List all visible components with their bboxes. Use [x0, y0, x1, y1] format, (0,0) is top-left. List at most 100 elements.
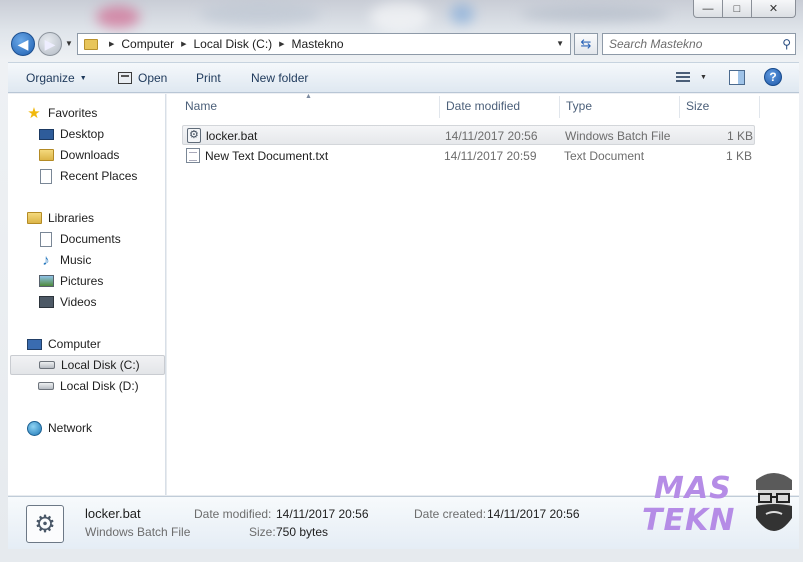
table-row[interactable]: New Text Document.txt 14/11/2017 20:59 T…	[182, 146, 755, 166]
file-name: New Text Document.txt	[205, 149, 329, 163]
sidebar-item-network[interactable]: Network	[8, 418, 165, 438]
desktop-background	[0, 0, 803, 34]
breadcrumb-separator-icon[interactable]: ▶	[181, 40, 186, 48]
sidebar-item-label: Pictures	[60, 274, 104, 288]
forward-button[interactable]: ▶	[38, 32, 62, 56]
recent-pages-dropdown[interactable]: ▼	[65, 39, 73, 48]
file-list: Name ▲ Date modified Type Size locker.ba…	[167, 93, 799, 495]
sidebar-item-videos[interactable]: Videos	[8, 292, 165, 312]
new-folder-button[interactable]: New folder	[251, 71, 308, 85]
address-history-dropdown[interactable]: ▼	[556, 39, 564, 48]
file-date-modified: 14/11/2017 20:59	[444, 149, 537, 163]
help-icon[interactable]: ?	[764, 68, 782, 86]
column-header-type[interactable]: Type	[566, 94, 592, 118]
sidebar-item-pictures[interactable]: Pictures	[8, 271, 165, 291]
back-button[interactable]: ◀	[11, 32, 35, 56]
file-size: 1 KB	[726, 149, 753, 163]
file-name: locker.bat	[206, 129, 258, 143]
sidebar-item-recent-places[interactable]: Recent Places	[8, 166, 165, 186]
open-label: Open	[138, 71, 168, 85]
film-strip-icon	[38, 294, 54, 310]
address-bar[interactable]: ▶ Computer ▶ Local Disk (C:) ▶ Mastekno …	[77, 33, 571, 55]
breadcrumb-separator-icon[interactable]: ▶	[279, 40, 284, 48]
minimize-button[interactable]: —	[693, 0, 723, 18]
column-header-name[interactable]: Name	[185, 94, 217, 118]
window-caption-buttons: — □ ✕	[693, 0, 796, 18]
change-view-icon[interactable]	[676, 72, 690, 84]
view-options-dropdown[interactable]: ▼	[700, 74, 707, 81]
desktop-icon	[38, 126, 54, 142]
breadcrumb-separator-icon[interactable]: ▶	[109, 40, 114, 48]
sidebar-item-label: Music	[60, 253, 92, 267]
details-size-label: Size:	[249, 525, 276, 539]
system-drive-icon	[39, 357, 55, 373]
column-divider[interactable]	[559, 96, 560, 118]
details-size: 750 bytes	[276, 525, 329, 539]
sidebar-item-computer[interactable]: Computer	[8, 334, 165, 354]
bearded-face-icon	[756, 473, 792, 531]
file-type: Text Document	[564, 149, 645, 163]
column-header-label: Name	[185, 99, 218, 113]
breadcrumb-local-disk-c[interactable]: Local Disk (C:)	[193, 37, 272, 51]
column-header-label: Size	[686, 99, 710, 113]
print-button[interactable]: Print	[196, 71, 221, 85]
navigation-bar: ◀ ▶ ▼ ▶ Computer ▶ Local Disk (C:) ▶ Mas…	[8, 30, 798, 58]
sidebar-item-local-disk-c[interactable]: Local Disk (C:)	[10, 355, 165, 375]
organize-button[interactable]: Organize ▼	[26, 71, 87, 85]
recent-places-icon	[38, 168, 54, 184]
maximize-button[interactable]: □	[722, 0, 752, 18]
file-date-modified: 14/11/2017 20:56	[445, 129, 538, 143]
sidebar-item-label: Downloads	[60, 148, 120, 162]
file-size: 1 KB	[727, 129, 754, 143]
sidebar-item-label: Network	[48, 421, 93, 435]
column-header-date-modified[interactable]: Date modified	[446, 94, 520, 118]
sidebar-item-label: Local Disk (D:)	[60, 379, 139, 393]
command-bar: Organize ▼ Open Print New folder ▼ ?	[8, 62, 799, 93]
search-box[interactable]: ⚲	[602, 33, 796, 55]
open-with-icon	[118, 72, 132, 84]
sort-ascending-icon: ▲	[305, 93, 312, 100]
search-input[interactable]	[609, 37, 767, 51]
sidebar-item-libraries[interactable]: Libraries	[8, 208, 165, 228]
file-type: Windows Batch File	[565, 129, 671, 143]
search-icon[interactable]: ⚲	[782, 37, 791, 51]
column-divider[interactable]	[679, 96, 680, 118]
sidebar-item-downloads[interactable]: Downloads	[8, 145, 165, 165]
table-row[interactable]: locker.bat 14/11/2017 20:56 Windows Batc…	[182, 125, 755, 145]
sidebar-item-desktop[interactable]: Desktop	[8, 124, 165, 144]
chevron-down-icon: ▼	[79, 74, 87, 82]
downloads-folder-icon	[38, 147, 54, 163]
sidebar-item-label: Favorites	[48, 106, 98, 120]
sidebar-item-label: Recent Places	[60, 169, 138, 183]
libraries-icon	[26, 210, 42, 226]
music-note-icon: ♪	[42, 251, 50, 269]
details-date-modified: 14/11/2017 20:56	[276, 507, 369, 521]
sidebar-item-music[interactable]: ♪ Music	[8, 250, 165, 270]
breadcrumb-mastekno[interactable]: Mastekno	[292, 37, 344, 51]
details-date-created: 14/11/2017 20:56	[487, 507, 580, 521]
column-header-label: Date modified	[446, 99, 521, 113]
sidebar-item-label: Libraries	[48, 211, 95, 225]
sidebar-item-label: Videos	[60, 295, 97, 309]
arrow-right-icon: ▶	[44, 35, 56, 52]
text-file-icon	[186, 148, 200, 163]
sidebar-item-label: Desktop	[60, 127, 105, 141]
preview-pane-icon[interactable]	[729, 70, 745, 85]
close-button[interactable]: ✕	[751, 0, 796, 18]
documents-icon	[38, 231, 54, 247]
arrow-left-icon: ◀	[17, 35, 29, 52]
sidebar-item-label: Local Disk (C:)	[61, 358, 140, 372]
sidebar-item-favorites[interactable]: ★ Favorites	[8, 103, 165, 123]
sidebar-item-local-disk-d[interactable]: Local Disk (D:)	[8, 376, 165, 396]
refresh-button[interactable]: ⇆	[574, 33, 598, 55]
navigation-pane: ★ Favorites Desktop Downloads Recent Pla…	[8, 94, 166, 495]
breadcrumb-computer[interactable]: Computer	[121, 37, 174, 51]
column-divider[interactable]	[759, 96, 760, 118]
column-divider[interactable]	[439, 96, 440, 118]
watermark-text-line2: TEKN	[642, 503, 736, 538]
sidebar-item-documents[interactable]: Documents	[8, 229, 165, 249]
column-header-size[interactable]: Size	[686, 94, 709, 118]
watermark-logo: MAS TEKN	[640, 468, 800, 548]
open-button[interactable]: Open	[118, 71, 167, 85]
computer-icon	[26, 336, 42, 352]
